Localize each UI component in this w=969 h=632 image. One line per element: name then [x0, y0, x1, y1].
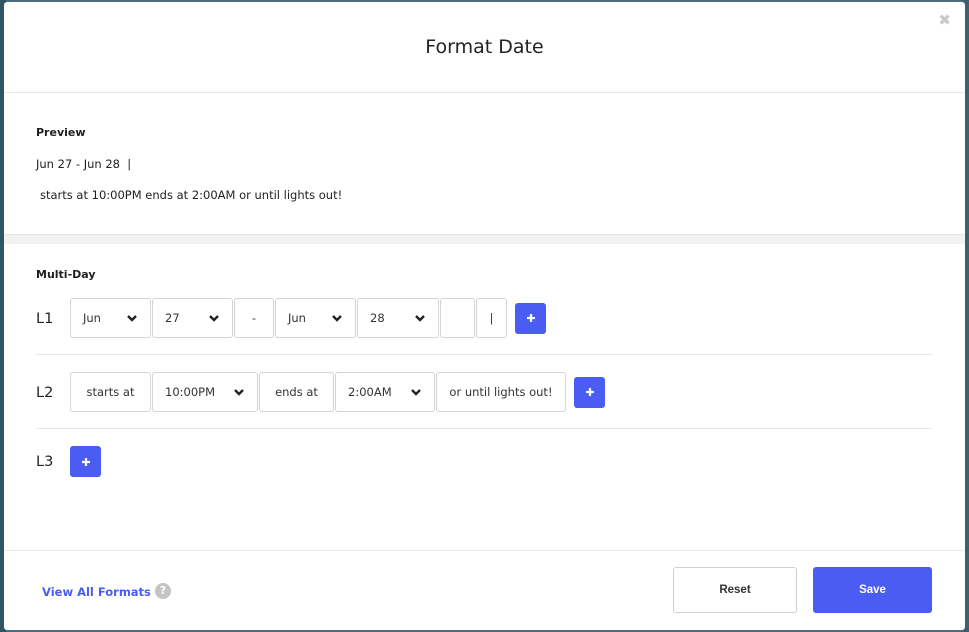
section-divider [4, 234, 965, 244]
chevron-down-icon [233, 386, 245, 398]
header-divider [4, 92, 965, 93]
chevron-down-icon [126, 312, 138, 324]
view-all-formats-link[interactable]: View All Formats [42, 585, 151, 599]
ends-at-field[interactable]: ends at [259, 372, 334, 412]
separator-field[interactable]: - [234, 298, 274, 338]
start-time-select[interactable]: 10:00PM [152, 372, 258, 412]
row-l2: starts at 10:00PM ends at 2:00AM or unti… [70, 372, 605, 412]
row-divider [36, 354, 932, 355]
day-start-value: 27 [165, 311, 180, 325]
row-l1: Jun 27 - Jun 28 | [70, 298, 546, 338]
modal-title: Format Date [425, 36, 544, 58]
reset-button[interactable]: Reset [673, 567, 797, 613]
day-end-select[interactable]: 28 [357, 298, 439, 338]
multi-day-label: Multi-Day [36, 268, 96, 281]
preview-line-1: Jun 27 - Jun 28 | [36, 157, 132, 171]
chevron-down-icon [331, 312, 343, 324]
close-icon[interactable]: ✖ [938, 13, 951, 28]
month-end-select[interactable]: Jun [275, 298, 356, 338]
starts-at-value: starts at [86, 385, 135, 399]
pipe-text-value: | [489, 311, 494, 325]
row-divider [36, 428, 932, 429]
row-label-l3: L3 [36, 454, 54, 470]
empty-text-field[interactable] [440, 298, 475, 338]
separator-value: - [251, 311, 257, 325]
footer-divider [4, 550, 965, 551]
chevron-down-icon [410, 386, 422, 398]
chevron-down-icon [208, 312, 220, 324]
add-l2-button[interactable] [574, 376, 605, 408]
add-wrapper [515, 298, 546, 338]
starts-at-field[interactable]: starts at [70, 372, 151, 412]
ends-at-value: ends at [275, 385, 318, 399]
row-label-l2: L2 [36, 385, 54, 401]
pipe-text-field[interactable]: | [476, 298, 507, 338]
month-end-value: Jun [288, 311, 306, 325]
start-time-value: 10:00PM [165, 385, 215, 399]
preview-line-2: starts at 10:00PM ends at 2:00AM or unti… [40, 188, 343, 202]
plus-icon [526, 314, 535, 322]
plus-icon [585, 388, 594, 396]
end-time-value: 2:00AM [348, 385, 392, 399]
suffix-text-value: or until lights out! [449, 385, 553, 399]
day-start-select[interactable]: 27 [152, 298, 233, 338]
add-wrapper [574, 372, 605, 412]
day-end-value: 28 [370, 311, 385, 325]
save-button[interactable]: Save [813, 567, 932, 613]
row-label-l1: L1 [36, 311, 54, 327]
plus-icon [81, 457, 90, 466]
month-start-value: Jun [83, 311, 101, 325]
help-icon[interactable]: ? [155, 583, 171, 599]
suffix-text-field[interactable]: or until lights out! [436, 372, 566, 412]
format-date-modal: ✖ Format Date Preview Jun 27 - Jun 28 | … [4, 2, 965, 630]
row-l3 [70, 446, 101, 477]
add-l1-button[interactable] [515, 302, 546, 334]
preview-label: Preview [36, 126, 86, 139]
end-time-select[interactable]: 2:00AM [335, 372, 435, 412]
add-l3-button[interactable] [70, 446, 101, 477]
month-start-select[interactable]: Jun [70, 298, 151, 338]
chevron-down-icon [414, 312, 426, 324]
